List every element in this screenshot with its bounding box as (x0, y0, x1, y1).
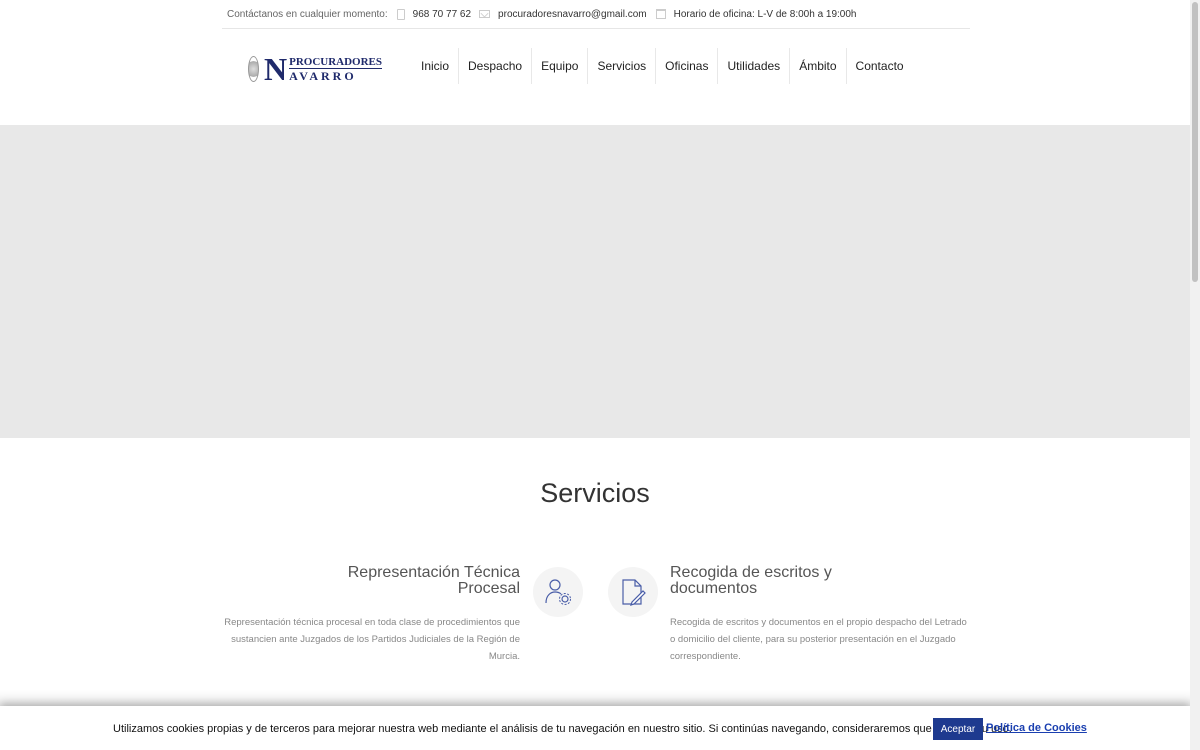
cookie-message: Utilizamos cookies propias y de terceros… (113, 723, 1012, 735)
service-title-line: documentos (670, 580, 758, 597)
seal-icon (248, 56, 259, 82)
mail-icon (479, 10, 491, 18)
email-link[interactable]: procuradoresnavarro@gmail.com (498, 9, 647, 20)
phone-icon (396, 8, 405, 20)
service-description: Recogida de escritos y documentos en el … (670, 614, 968, 665)
service-desc-line: sustancien ante Juzgados de los Partidos… (231, 634, 520, 645)
accept-cookies-button[interactable]: Aceptar (933, 718, 983, 740)
service-desc-line: correspondiente. (670, 651, 741, 662)
service-title: Recogida de escritos y documentos (670, 565, 968, 597)
services-heading: Servicios (540, 478, 650, 508)
service-recogida: Recogida de escritos y documentos Recogi… (670, 565, 968, 665)
cookie-policy-link[interactable]: Política de Cookies (986, 722, 1087, 734)
user-gear-icon (533, 567, 583, 617)
nav-equipo[interactable]: Equipo (532, 48, 589, 84)
nav-oficinas[interactable]: Oficinas (656, 48, 719, 84)
phone-number[interactable]: 968 70 77 62 (413, 9, 471, 20)
service-desc-line: Representación técnica procesal en toda … (224, 617, 520, 628)
scrollbar-thumb[interactable] (1192, 2, 1198, 282)
document-edit-icon (608, 567, 658, 617)
nav-despacho[interactable]: Despacho (459, 48, 533, 84)
site-logo[interactable]: N PROCURADORES AVARRO (248, 51, 382, 87)
office-hours: Horario de oficina: L-V de 8:00h a 19:00… (673, 8, 857, 20)
service-description: Representación técnica procesal en toda … (222, 614, 520, 665)
cookie-banner: Utilizamos cookies propias y de terceros… (0, 706, 1190, 750)
hero-banner (0, 125, 1190, 438)
main-nav: Inicio Despacho Equipo Servicios Oficina… (412, 48, 913, 84)
calendar-icon (655, 9, 666, 19)
service-representacion: Representación Técnica Procesal Represen… (222, 565, 520, 665)
logo-initial: N (263, 51, 288, 87)
logo-words: PROCURADORES AVARRO (289, 56, 382, 83)
logo-line2: AVARRO (289, 68, 357, 83)
service-desc-line: o domicilio del cliente, para su posteri… (670, 634, 956, 645)
contact-lead-text: Contáctanos en cualquier momento: (227, 8, 388, 20)
nav-utilidades[interactable]: Utilidades (718, 48, 791, 84)
nav-servicios[interactable]: Servicios (588, 48, 657, 84)
service-desc-line: Murcia. (488, 651, 520, 662)
logo-line1: PROCURADORES (289, 55, 382, 69)
service-title-line: Procesal (457, 580, 520, 597)
top-contact-bar: Contáctanos en cualquier momento: 968 70… (222, 0, 970, 29)
service-title-line: Recogida de escritos y (670, 564, 832, 581)
site-header: N PROCURADORES AVARRO Inicio Despacho Eq… (0, 29, 1190, 125)
service-desc-line: Recogida de escritos y documentos en el … (670, 617, 967, 628)
nav-ambito[interactable]: Ámbito (790, 48, 847, 84)
page-scrollbar[interactable] (1190, 0, 1200, 750)
service-title: Representación Técnica Procesal (222, 565, 520, 597)
service-title-line: Representación Técnica (347, 564, 520, 581)
nav-contacto[interactable]: Contacto (847, 48, 913, 84)
nav-inicio[interactable]: Inicio (412, 48, 460, 84)
